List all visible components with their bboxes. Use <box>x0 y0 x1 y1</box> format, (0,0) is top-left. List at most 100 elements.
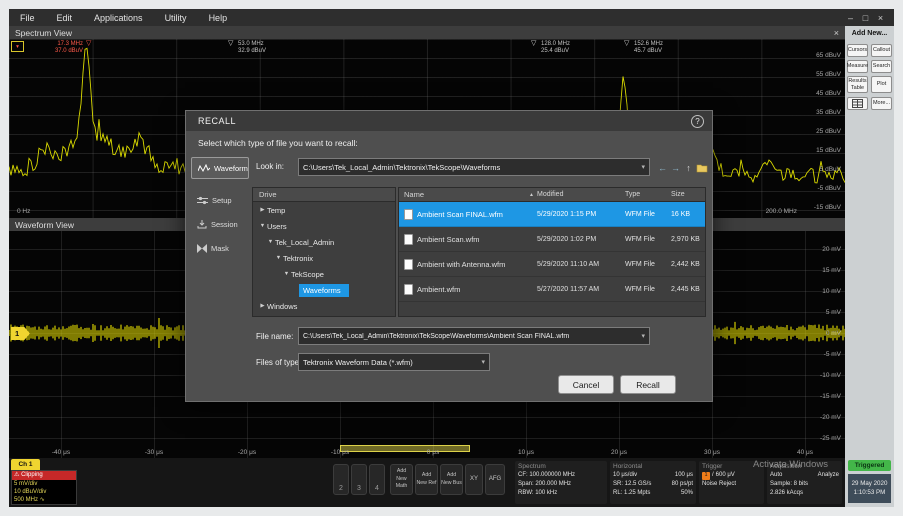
file-row[interactable]: Ambient with Antenna.wfm 5/29/2020 11:10… <box>399 252 705 277</box>
file-list-pane: Name ▲ Modified Type Size Ambient Scan F… <box>398 187 706 317</box>
xy-button[interactable]: XY <box>465 464 483 495</box>
marker-freq: 53.0 MHz <box>238 41 264 47</box>
column-header-type[interactable]: Type <box>625 191 671 198</box>
add-results-table-button[interactable]: Results Table <box>847 76 868 93</box>
warning-icon: ⚠ <box>14 472 19 478</box>
add-measure-button[interactable]: Measure <box>847 60 868 73</box>
tab-mask-label: Mask <box>211 244 229 253</box>
channel-2-button[interactable]: 2 <box>333 464 349 495</box>
trigger-settings-badge[interactable]: Trigger 1 / 600 μV Noise Reject <box>699 461 764 504</box>
cancel-button[interactable]: Cancel <box>558 375 614 394</box>
marker-icon[interactable]: ▽ <box>531 40 536 47</box>
table-icon-button[interactable] <box>847 97 868 110</box>
tab-setup-label: Setup <box>212 196 232 205</box>
y-axis-label: 5 dBuV <box>820 166 841 173</box>
menu-applications[interactable]: Applications <box>83 9 154 26</box>
maximize-icon[interactable]: □ <box>858 13 873 23</box>
add-bus-button[interactable]: Add New Bus <box>440 464 463 495</box>
marker-icon[interactable]: ▽ <box>86 40 91 47</box>
chevron-down-icon[interactable]: ▾ <box>638 163 645 171</box>
chevron-down-icon[interactable]: ▼ <box>258 223 267 229</box>
bandwidth-icon: ∿ <box>40 497 45 503</box>
recall-prompt: Select which type of file you want to re… <box>198 138 358 148</box>
y-axis-label: 45 dBuV <box>816 90 841 97</box>
spectrum-trace-handle[interactable]: ▾ <box>11 41 24 52</box>
file-row[interactable]: Ambient Scan FINAL.wfm 5/29/2020 1:15 PM… <box>399 202 705 227</box>
menu-file[interactable]: File <box>9 9 46 26</box>
new-folder-icon[interactable] <box>695 160 708 175</box>
channel-1-badge[interactable]: ⚠ Clipping 5 mV/div 10 dBuV/div 500 MHz … <box>11 470 77 505</box>
add-plot-button[interactable]: Plot <box>871 76 892 93</box>
tab-setup[interactable]: Setup <box>191 191 249 209</box>
chevron-down-icon[interactable]: ▼ <box>274 255 283 261</box>
menu-edit[interactable]: Edit <box>46 9 84 26</box>
acq-count: 2.826 kAcqs <box>770 489 839 498</box>
file-row[interactable]: Ambient.wfm 5/27/2020 11:57 AM WFM File … <box>399 277 705 302</box>
up-directory-icon[interactable]: ↑ <box>682 160 695 175</box>
acq-mode: Auto <box>770 471 782 480</box>
trigger-level: 600 μV <box>716 471 735 480</box>
recall-button[interactable]: Recall <box>620 375 676 394</box>
channel-1-tab[interactable]: Ch 1 <box>11 459 40 470</box>
recall-dialog-header[interactable]: RECALL ? <box>186 111 712 131</box>
tab-session[interactable]: Session <box>191 215 249 233</box>
tree-item-temp[interactable]: ▶ Temp <box>253 202 395 218</box>
back-icon[interactable]: ← <box>656 160 669 175</box>
tree-item-tektronix[interactable]: ▼ Tektronix <box>253 250 395 266</box>
sort-asc-icon[interactable]: ▲ <box>529 192 537 198</box>
h-samplerate: SR: 12.5 GS/s <box>613 480 651 489</box>
spectrum-close-icon[interactable]: × <box>834 28 839 38</box>
chevron-down-icon[interactable]: ▼ <box>282 271 291 277</box>
acquisition-settings-badge[interactable]: Acquisition AutoAnalyze Sample: 8 bits 2… <box>767 461 842 504</box>
y-axis-label: 55 dBuV <box>816 71 841 78</box>
tree-item-label: Temp <box>267 206 285 215</box>
afg-button[interactable]: AFG <box>485 464 505 495</box>
chevron-right-icon[interactable]: ▶ <box>258 303 267 309</box>
add-cursors-button[interactable]: Cursors <box>847 44 868 57</box>
spectrum-settings-badge[interactable]: Spectrum CF: 100.000000 MHz Span: 200.00… <box>515 461 607 504</box>
x-axis-label: -20 μs <box>227 449 267 456</box>
channel-3-button[interactable]: 3 <box>351 464 367 495</box>
tree-item-tekscope[interactable]: ▼ TekScope <box>253 266 395 282</box>
add-callout-button[interactable]: Callout <box>871 44 892 57</box>
tab-waveform[interactable]: Waveform <box>191 157 249 179</box>
chevron-down-icon[interactable]: ▾ <box>638 332 645 340</box>
chevron-down-icon[interactable]: ▾ <box>478 358 485 366</box>
spectrum-span: Span: 200.000 MHz <box>518 480 604 489</box>
add-ref-button[interactable]: Add New Ref <box>415 464 438 495</box>
column-header-size[interactable]: Size <box>671 191 705 198</box>
forward-icon[interactable]: → <box>669 160 682 175</box>
tab-mask[interactable]: Mask <box>191 239 249 257</box>
close-icon[interactable]: × <box>873 13 888 23</box>
drive-column-header[interactable]: Drive <box>253 188 395 202</box>
column-header-name[interactable]: Name ▲ <box>399 190 537 199</box>
chevron-down-icon[interactable]: ▼ <box>266 239 275 245</box>
file-name-input[interactable]: C:\Users\Tek_Local_Admin\Tektronix\TekSc… <box>298 327 650 345</box>
minimize-icon[interactable]: – <box>843 13 858 23</box>
files-of-type-dropdown[interactable]: Tektronix Waveform Data (*.wfm) ▾ <box>298 353 490 371</box>
clipping-warning-label: Clipping <box>21 472 43 478</box>
file-modified: 5/27/2020 11:57 AM <box>537 286 625 293</box>
tree-item-tek-local-admin[interactable]: ▼ Tek_Local_Admin <box>253 234 395 250</box>
look-in-dropdown[interactable]: C:\Users\Tek_Local_Admin\Tektronix\TekSc… <box>298 158 650 176</box>
file-icon <box>404 259 413 270</box>
marker-icon[interactable]: ▽ <box>228 40 233 47</box>
channel-4-button[interactable]: 4 <box>369 464 385 495</box>
marker-icon[interactable]: ▽ <box>624 40 629 47</box>
file-row[interactable]: Ambient Scan.wfm 5/29/2020 1:02 PM WFM F… <box>399 227 705 252</box>
help-icon[interactable]: ? <box>691 115 704 128</box>
tree-item-users[interactable]: ▼ Users <box>253 218 395 234</box>
horizontal-settings-badge[interactable]: Horizontal 10 μs/div100 μs SR: 12.5 GS/s… <box>610 461 696 504</box>
menu-utility[interactable]: Utility <box>154 9 198 26</box>
chevron-right-icon[interactable]: ▶ <box>258 207 267 213</box>
menu-help[interactable]: Help <box>198 9 239 26</box>
tree-item-windows[interactable]: ▶ Windows <box>253 298 395 314</box>
tree-item-waveforms[interactable]: Waveforms <box>253 282 395 298</box>
add-math-button[interactable]: Add New Math <box>390 464 413 495</box>
more-button[interactable]: More... <box>871 97 892 110</box>
date-label: 29 May 2020 <box>848 479 891 488</box>
marker-level: 37.0 dBuV <box>55 48 83 54</box>
marker-label: 17.3 MHz 37.0 dBuV <box>31 41 83 55</box>
column-header-modified[interactable]: Modified <box>537 191 625 198</box>
add-search-button[interactable]: Search <box>871 60 892 73</box>
